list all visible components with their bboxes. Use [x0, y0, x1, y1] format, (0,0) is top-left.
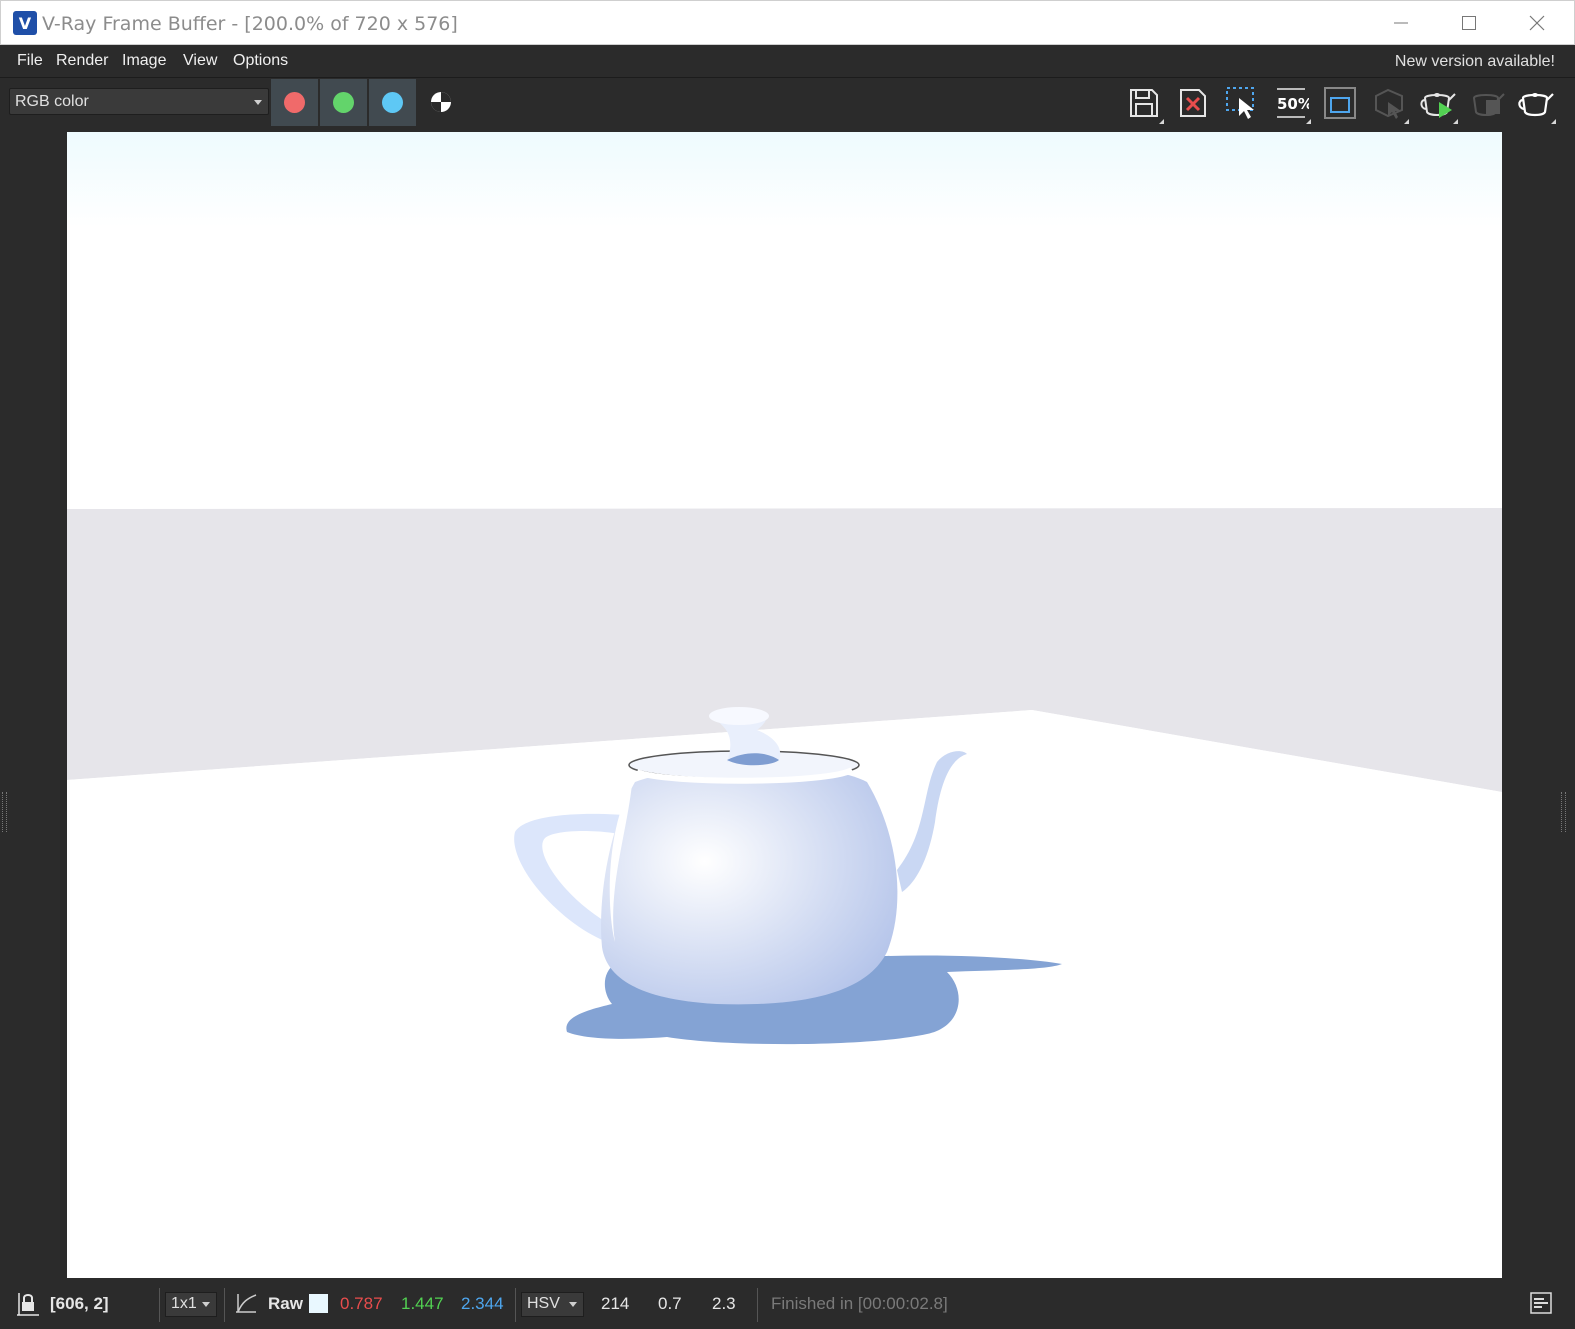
sample-size-value: 1x1 [171, 1295, 197, 1312]
zoom-50-text: 50% [1277, 95, 1309, 113]
close-button[interactable] [1503, 1, 1571, 45]
red-channel-button[interactable] [271, 79, 318, 126]
clear-image-icon [1180, 89, 1206, 117]
minimize-button[interactable] [1367, 1, 1435, 45]
stop-render-icon [1472, 93, 1505, 116]
log-button[interactable] [1530, 1292, 1552, 1319]
render-status-message: Finished in [00:00:02.8] [771, 1294, 948, 1313]
pixel-color-swatch [309, 1294, 328, 1313]
zoom-50-icon: 50% [1277, 88, 1309, 118]
render-button[interactable] [1514, 82, 1558, 124]
vray-icon[interactable]: V [13, 11, 37, 35]
menu-render[interactable]: Render [56, 52, 108, 70]
track-mouse-icon [1375, 88, 1403, 119]
save-image-button[interactable] [1122, 82, 1166, 124]
rendered-image[interactable] [67, 132, 1502, 1278]
chevron-down-icon [202, 1302, 210, 1307]
show-region-icon [1324, 87, 1356, 119]
maximize-button[interactable] [1435, 1, 1503, 45]
region-render-button[interactable] [1220, 82, 1264, 124]
alpha-icon [431, 92, 451, 112]
corner-triangle-icon [1404, 119, 1409, 124]
menu-bar: File Render Image View Options New versi… [0, 45, 1575, 78]
title-bar: V V-Ray Frame Buffer - [200.0% of 720 x … [0, 0, 1575, 45]
region-render-icon [1226, 87, 1254, 119]
divider [224, 1288, 225, 1322]
blue-channel-button[interactable] [369, 79, 416, 126]
right-panel-grip[interactable] [1561, 792, 1566, 832]
value-value: 2.3 [712, 1294, 736, 1313]
track-mouse-button[interactable] [1367, 82, 1411, 124]
pixel-coordinates: [606, 2] [50, 1294, 109, 1313]
log-icon [1530, 1292, 1552, 1314]
new-version-link[interactable]: New version available! [1395, 53, 1555, 71]
interactive-render-icon [1420, 93, 1456, 118]
chevron-down-icon [254, 100, 262, 105]
curve-button[interactable] [234, 1292, 258, 1321]
menu-file[interactable]: File [17, 52, 43, 70]
red-value: 0.787 [340, 1294, 383, 1313]
divider [757, 1288, 758, 1322]
maximize-icon [1462, 16, 1476, 30]
alpha-channel-button[interactable] [423, 89, 459, 115]
color-space-select[interactable]: HSV [521, 1292, 584, 1317]
corner-triangle-icon [1159, 119, 1164, 124]
color-curve-icon [236, 1294, 257, 1313]
menu-options[interactable]: Options [233, 52, 288, 70]
blue-value: 2.344 [461, 1294, 504, 1313]
zoom-50-button[interactable]: 50% [1269, 82, 1313, 124]
corner-triangle-icon [1551, 119, 1556, 124]
lock-icon [17, 1293, 39, 1316]
red-dot-icon [284, 92, 305, 113]
chevron-down-icon [569, 1302, 577, 1307]
save-image-icon [1130, 89, 1158, 117]
minimize-icon [1394, 22, 1408, 24]
channel-select[interactable]: RGB color [9, 88, 269, 115]
corner-triangle-icon [1453, 119, 1458, 124]
menu-image[interactable]: Image [122, 52, 166, 70]
green-channel-button[interactable] [320, 79, 367, 126]
saturation-value: 0.7 [658, 1294, 682, 1313]
color-space-value: HSV [527, 1295, 560, 1312]
blue-dot-icon [382, 92, 403, 113]
menu-view[interactable]: View [183, 52, 217, 70]
color-mode-label: Raw [268, 1294, 303, 1313]
teapot-render [67, 132, 1502, 1278]
clear-image-button[interactable] [1171, 82, 1215, 124]
sample-size-select[interactable]: 1x1 [165, 1292, 217, 1317]
channel-select-value: RGB color [15, 93, 89, 110]
divider [515, 1288, 516, 1322]
interactive-render-button[interactable] [1416, 82, 1460, 124]
toolbar: RGB color 50 [0, 79, 1575, 127]
left-panel-grip[interactable] [2, 792, 7, 832]
green-value: 1.447 [401, 1294, 444, 1313]
hue-value: 214 [601, 1294, 630, 1313]
window-title: V-Ray Frame Buffer - [200.0% of 720 x 57… [42, 13, 458, 35]
close-icon [1529, 15, 1545, 31]
divider [159, 1288, 160, 1322]
stop-render-button[interactable] [1465, 82, 1509, 124]
viewport [0, 127, 1575, 1282]
render-icon [1518, 93, 1554, 117]
corner-triangle-icon [1306, 119, 1311, 124]
green-dot-icon [333, 92, 354, 113]
show-region-button[interactable] [1318, 82, 1362, 124]
status-bar: [606, 2] 1x1 Raw 0.787 1.447 2.344 HSV 2… [0, 1282, 1575, 1329]
lock-coords-button[interactable] [16, 1291, 40, 1322]
